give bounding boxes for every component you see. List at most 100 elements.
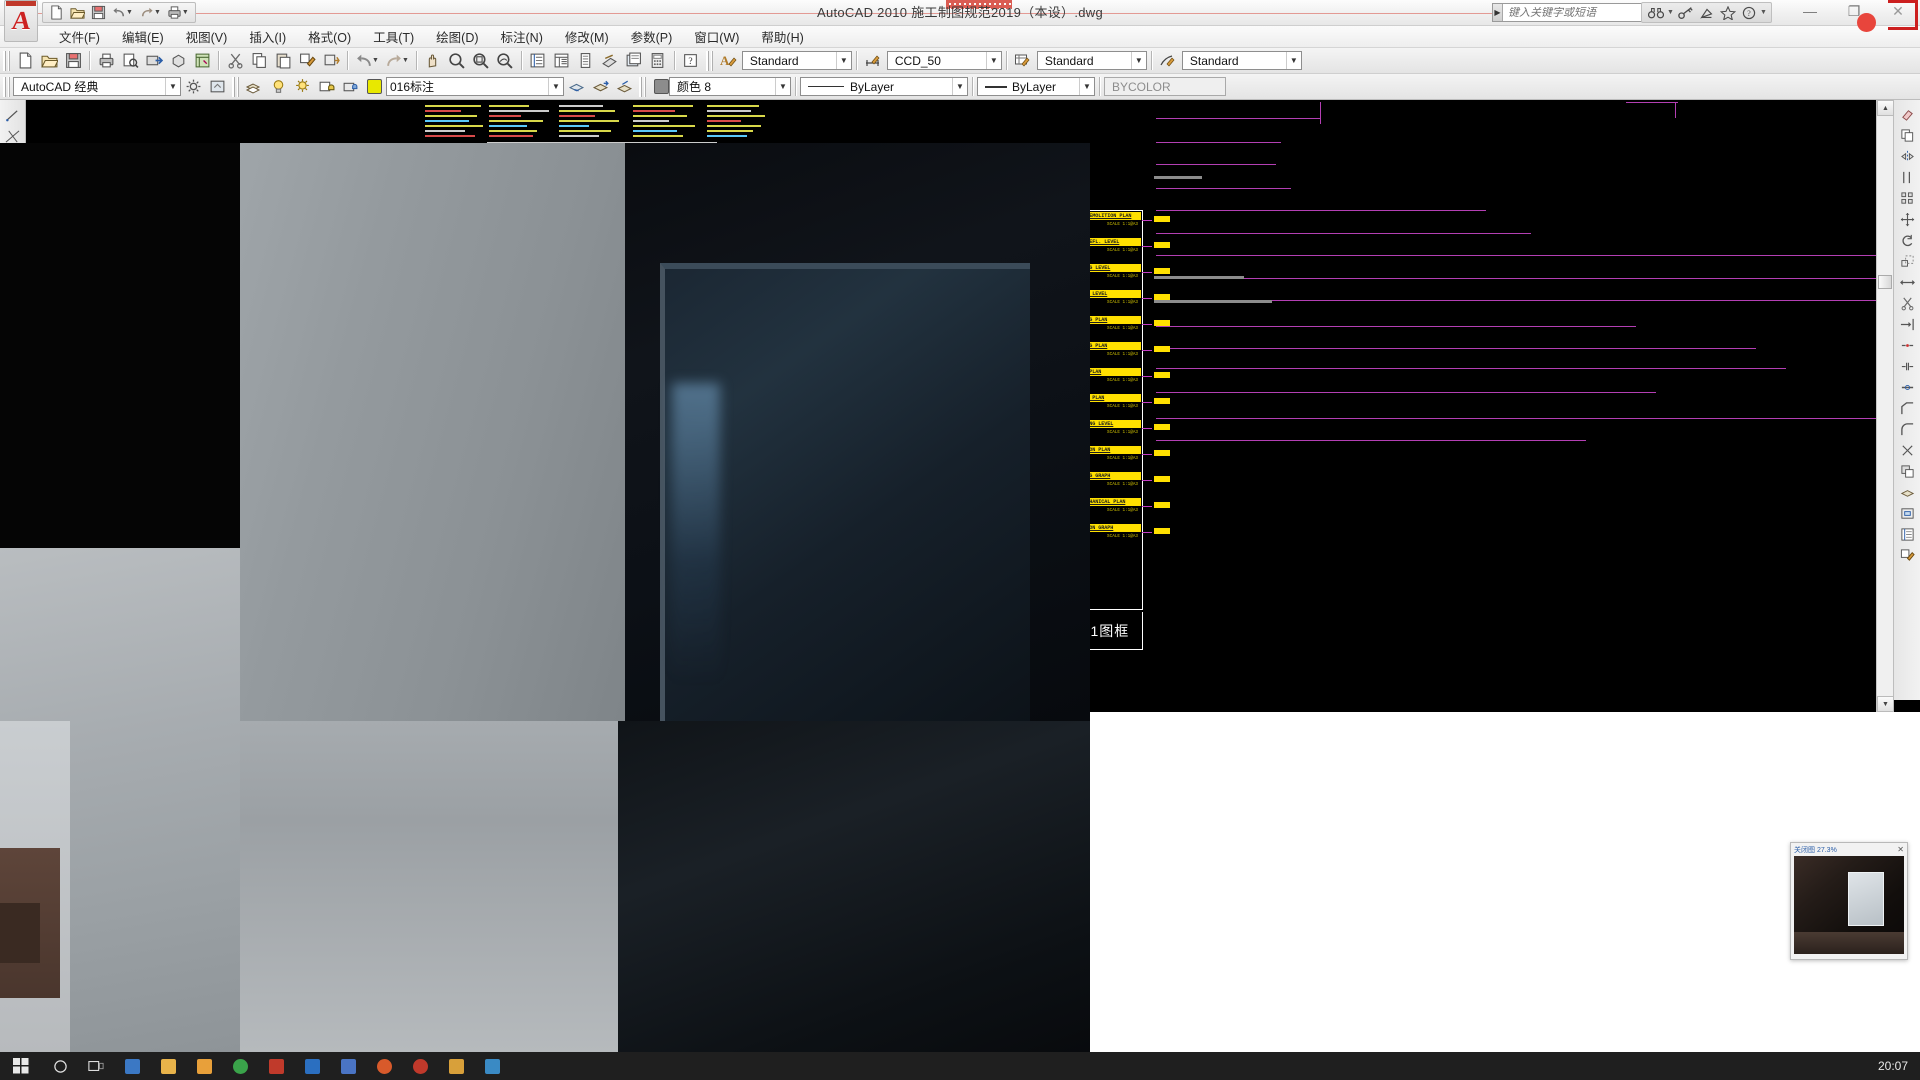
menu-file[interactable]: 文件(F) <box>48 25 111 48</box>
help-icon[interactable]: ? <box>1739 4 1758 21</box>
layer-on-icon[interactable] <box>266 75 290 98</box>
layer-plot-icon[interactable] <box>338 75 362 98</box>
menu-window[interactable]: 窗口(W) <box>683 25 750 48</box>
fillet-icon[interactable] <box>1896 419 1918 440</box>
scroll-up-arrow[interactable]: ▲ <box>1877 100 1894 116</box>
scroll-thumb[interactable] <box>1878 275 1892 289</box>
save-drawing-icon[interactable] <box>61 49 85 72</box>
workspace-toolbar-grip[interactable] <box>3 76 10 97</box>
draworder-icon[interactable] <box>1896 461 1918 482</box>
stretch-icon[interactable] <box>1896 272 1918 293</box>
trim-icon[interactable] <box>1896 293 1918 314</box>
chevron-down-icon[interactable]: ▼ <box>1079 78 1094 95</box>
match-properties-icon[interactable] <box>1896 545 1918 566</box>
menu-bar[interactable]: 文件(F) 编辑(E) 视图(V) 插入(I) 格式(O) 工具(T) 绘图(D… <box>0 26 1920 48</box>
isolate-icon[interactable] <box>1896 503 1918 524</box>
layers-properties-toolbar-row[interactable]: AutoCAD 经典 ▼ 016标注 ▼ 颜色 8 ▼ ByLayer ▼ By… <box>0 74 1920 100</box>
copy-icon[interactable] <box>247 49 271 72</box>
save-file-icon[interactable] <box>88 4 108 22</box>
plot-icon[interactable] <box>94 49 118 72</box>
publish-icon[interactable] <box>142 49 166 72</box>
mleader-style-combo[interactable]: Standard ▼ <box>1181 51 1302 70</box>
search-input[interactable] <box>1503 6 1651 19</box>
undo-dropdown-caret[interactable]: ▼ <box>372 57 379 64</box>
taskbar-explorer-blue-icon[interactable] <box>114 1052 150 1080</box>
chevron-down-icon[interactable]: ▼ <box>775 78 790 95</box>
chamfer-icon[interactable] <box>1896 398 1918 419</box>
favorites-star-icon[interactable] <box>1718 4 1737 21</box>
rotate-icon[interactable] <box>1896 230 1918 251</box>
chevron-down-icon[interactable]: ▼ <box>985 52 1001 69</box>
thumbnail-popup-image[interactable] <box>1794 856 1904 954</box>
taskbar-taskview-icon[interactable] <box>78 1052 114 1080</box>
layer-previous-icon[interactable] <box>564 75 588 98</box>
search-box[interactable]: ▶ <box>1492 3 1652 22</box>
dimension-style-icon[interactable] <box>861 49 885 72</box>
search-dropdown-arrow[interactable]: ▶ <box>1493 4 1503 21</box>
new-drawing-icon[interactable] <box>13 49 37 72</box>
array-icon[interactable] <box>1896 188 1918 209</box>
menu-parametric[interactable]: 参数(P) <box>620 25 684 48</box>
mirror-icon[interactable] <box>1896 146 1918 167</box>
scroll-down-arrow[interactable]: ▼ <box>1877 696 1894 712</box>
break-at-point-icon[interactable] <box>1896 335 1918 356</box>
title-bar-icon-group[interactable]: ▼ ? ▼ <box>1641 2 1772 23</box>
text-style-icon[interactable]: A <box>716 49 740 72</box>
taskbar-photoshop-icon[interactable] <box>294 1052 330 1080</box>
taskbar-clock[interactable]: 20:07 <box>1878 1059 1908 1073</box>
sign-in-key-icon[interactable] <box>1676 4 1695 21</box>
menu-dimension[interactable]: 标注(N) <box>490 25 554 48</box>
erase-icon[interactable] <box>1896 104 1918 125</box>
taskbar-search-icon[interactable] <box>42 1052 78 1080</box>
pan-icon[interactable] <box>421 49 445 72</box>
3dprint-icon[interactable] <box>166 49 190 72</box>
move-icon[interactable] <box>1896 209 1918 230</box>
menu-view[interactable]: 视图(V) <box>175 25 239 48</box>
properties-icon[interactable] <box>526 49 550 72</box>
taskbar-app11-icon[interactable] <box>438 1052 474 1080</box>
application-menu-button[interactable]: A <box>4 0 38 42</box>
matchprop-icon[interactable] <box>295 49 319 72</box>
blockeditor-icon[interactable] <box>319 49 343 72</box>
menu-help[interactable]: 帮助(H) <box>750 25 814 48</box>
taskbar-autocad-icon[interactable] <box>258 1052 294 1080</box>
linetype-combo[interactable]: ByLayer ▼ <box>800 77 968 96</box>
table-style-icon[interactable] <box>1011 49 1035 72</box>
taskbar-app10-icon[interactable] <box>402 1052 438 1080</box>
styles-toolbar-grip[interactable] <box>705 50 713 71</box>
dimension-style-combo[interactable]: CCD_50 ▼ <box>886 51 1002 70</box>
workspace-combo[interactable]: AutoCAD 经典 ▼ <box>13 77 181 96</box>
chevron-down-icon[interactable]: ▼ <box>1130 52 1146 69</box>
zoom-previous-icon[interactable] <box>493 49 517 72</box>
taskbar-browser-icon[interactable] <box>222 1052 258 1080</box>
image-thumbnail-popup[interactable]: 关闭图 27.3% ✕ <box>1790 842 1908 960</box>
layer-lock-icon[interactable] <box>314 75 338 98</box>
layer-match-icon[interactable] <box>612 75 636 98</box>
toolbar-grip[interactable] <box>3 50 10 71</box>
undo-dropdown-caret[interactable]: ▼ <box>126 9 133 16</box>
object-color-combo[interactable]: 颜色 8 ▼ <box>669 77 791 96</box>
menu-draw[interactable]: 绘图(D) <box>425 25 489 48</box>
chevron-down-icon[interactable]: ▼ <box>835 52 851 69</box>
layer-walk-icon[interactable] <box>1896 482 1918 503</box>
sheetset-icon[interactable] <box>190 49 214 72</box>
help-icon[interactable]: ? <box>679 49 703 72</box>
toolpalettes-icon[interactable] <box>574 49 598 72</box>
zoom-window-icon[interactable] <box>469 49 493 72</box>
mleader-style-icon[interactable] <box>1156 49 1180 72</box>
menu-edit[interactable]: 编辑(E) <box>111 25 175 48</box>
object-properties-icon[interactable] <box>1896 524 1918 545</box>
search-binoculars-icon[interactable] <box>1646 4 1665 21</box>
quick-access-toolbar[interactable]: ▼ ▼ ▼ <box>42 2 196 23</box>
layer-properties-manager-icon[interactable] <box>242 75 266 98</box>
layer-make-current-icon[interactable] <box>588 75 612 98</box>
current-layer-combo[interactable]: 016标注 ▼ <box>386 77 564 96</box>
offset-icon[interactable] <box>1896 167 1918 188</box>
paste-icon[interactable] <box>271 49 295 72</box>
standard-toolbar-row[interactable]: ▼ ▼ ? A Standard ▼ CCD_50 ▼ Standard ▼ S… <box>0 48 1920 74</box>
calculator-icon[interactable] <box>646 49 670 72</box>
chevron-down-icon[interactable]: ▼ <box>952 78 967 95</box>
markupmgr-icon[interactable] <box>622 49 646 72</box>
extend-icon[interactable] <box>1896 314 1918 335</box>
modify-toolbar[interactable] <box>1893 100 1920 700</box>
